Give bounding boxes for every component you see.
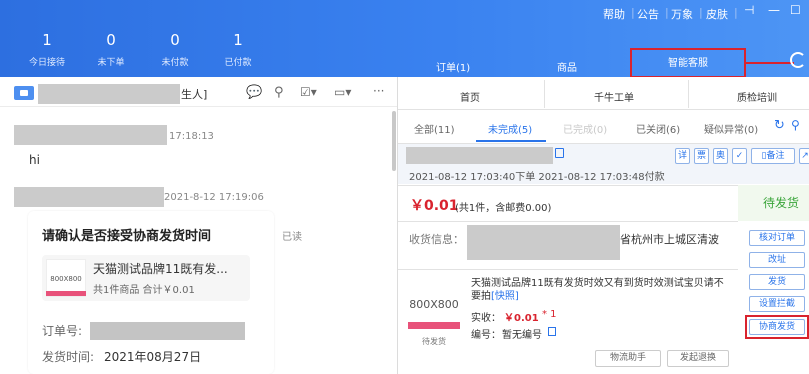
check-order-button[interactable]: 核对订单 <box>749 230 805 246</box>
copy-icon[interactable] <box>548 327 556 336</box>
edit-icon[interactable]: ☑▾ <box>300 85 317 99</box>
sender-name-redacted <box>14 187 164 207</box>
address-partial: 省杭州市上城区清波 <box>620 233 719 246</box>
aux-button[interactable]: 奥 <box>713 148 728 164</box>
paid-value: ￥0.01 <box>504 313 539 324</box>
subtab-abnormal[interactable]: 疑似异常(0) <box>704 121 758 136</box>
divider <box>398 221 738 222</box>
card-product-name: 天猫测试品牌11既有发... <box>93 262 228 276</box>
maximize-icon[interactable]: ☐ <box>790 3 801 17</box>
message-text: hi <box>29 153 40 167</box>
divider <box>544 80 545 108</box>
paid-label: 实收： <box>471 313 501 324</box>
nav-workorder[interactable]: 千牛工单 <box>594 89 634 104</box>
tab-smart-service[interactable]: 智能客服 <box>630 48 746 78</box>
quick-reply-icon[interactable]: 💬 <box>246 85 262 100</box>
stat-today-value[interactable]: 1 <box>22 31 72 49</box>
order-price: ￥0.01 <box>410 198 459 214</box>
subtab-finished[interactable]: 已完成(0) <box>563 121 607 136</box>
order-id-redacted <box>406 147 553 164</box>
ship-time-label: 发货时间: <box>42 350 95 364</box>
customer-name-redacted <box>38 84 180 104</box>
stat-paid-value[interactable]: 1 <box>213 31 263 49</box>
menu-sep: | <box>631 6 635 19</box>
thumbnail-banner <box>408 322 460 329</box>
stat-unpaid-label: 未付款 <box>161 58 189 68</box>
menu-sep: | <box>734 6 738 19</box>
ship-time-value: 2021年08月27日 <box>104 350 202 364</box>
stat-no-order-value[interactable]: 0 <box>86 31 136 49</box>
subtab-all[interactable]: 全部(11) <box>414 121 455 136</box>
order-number-label: 订单号: <box>42 324 83 338</box>
divider <box>398 269 738 270</box>
tab-smart-service-label: 智能客服 <box>668 58 708 69</box>
price-note: (共1件，含邮费0.00) <box>455 203 552 214</box>
expand-icon[interactable]: ↗ <box>799 148 809 164</box>
divider <box>398 109 809 110</box>
refresh-icon[interactable]: ↻ <box>774 118 785 133</box>
minimize-icon[interactable]: — <box>768 3 780 17</box>
avatar <box>14 86 34 100</box>
customer-tag: 生人] <box>181 88 208 101</box>
search-icon[interactable]: ⚲ <box>791 118 800 132</box>
detail-button[interactable]: 详 <box>675 148 690 164</box>
order-number-redacted <box>90 322 245 340</box>
nav-quality[interactable]: 质检培训 <box>737 89 777 104</box>
stat-unpaid-value[interactable]: 0 <box>150 31 200 49</box>
read-status: 已读 <box>282 232 302 243</box>
note-label: 备注 <box>766 151 785 161</box>
video-icon[interactable]: ▭▾ <box>334 85 351 99</box>
subtab-unfinished[interactable]: 未完成(5) <box>488 121 532 136</box>
ship-button[interactable]: 发货 <box>749 274 805 290</box>
return-exchange-button[interactable]: 发起退换 <box>667 350 729 367</box>
tab-products[interactable]: 商品 <box>557 59 577 74</box>
highlight-box <box>745 315 809 339</box>
refresh-icon[interactable] <box>790 52 806 68</box>
menu-notice[interactable]: 公告 <box>637 6 659 22</box>
card-title: 请确认是否接受协商发货时间 <box>42 229 212 244</box>
set-intercept-button[interactable]: 设置拦截 <box>749 296 805 312</box>
stat-no-order-label: 未下单 <box>97 58 125 68</box>
top-bar: 帮助 | 公告 | 万象 | 皮肤 | ⊣ — ☐ 1 今日接待 0 未下单 0… <box>0 0 809 78</box>
stat-today-label: 今日接待 <box>28 58 65 68</box>
stat-paid-label: 已付款 <box>224 58 252 68</box>
menu-help[interactable]: 帮助 <box>603 6 625 22</box>
menu-sep: | <box>699 6 703 19</box>
divider <box>688 80 689 108</box>
note-button[interactable]: ▯备注 <box>751 148 795 164</box>
invoice-button[interactable]: 票 <box>694 148 709 164</box>
nav-home[interactable]: 首页 <box>460 89 480 104</box>
logistics-helper-button[interactable]: 物流助手 <box>595 350 661 367</box>
copy-icon[interactable] <box>555 148 564 158</box>
menu-sep: | <box>665 6 669 19</box>
product-title-block: 天猫测试品牌11既有发货时效又有到货时效测试宝贝请不要拍[快照] <box>471 277 733 303</box>
menu-skin[interactable]: 皮肤 <box>706 6 728 22</box>
pin-icon[interactable]: ⊣ <box>744 3 754 17</box>
message-timestamp: 17:18:13 <box>169 131 214 142</box>
chat-scrollbar[interactable] <box>392 111 396 171</box>
thumbnail-banner <box>46 291 86 296</box>
more-icon[interactable]: ··· <box>373 84 384 98</box>
check-icon[interactable]: ✓ <box>732 148 747 164</box>
quantity: * 1 <box>542 309 557 320</box>
order-times: 2021-08-12 17:03:40下单 2021-08-12 17:03:4… <box>409 172 665 183</box>
menu-wanxiang[interactable]: 万象 <box>671 6 693 22</box>
message-timestamp: 2021-8-12 17:19:06 <box>164 192 264 203</box>
transfer-icon[interactable]: ⚲ <box>274 85 284 100</box>
subtab-closed[interactable]: 已关闭(6) <box>636 121 680 136</box>
subtab-active-indicator <box>476 140 546 142</box>
highlight-connector <box>746 62 794 64</box>
tab-orders[interactable]: 订单(1) <box>436 59 470 74</box>
snapshot-link[interactable]: [快照] <box>491 291 519 302</box>
status-badge: 待发货 <box>763 196 800 210</box>
address-redacted <box>467 225 620 260</box>
address-label: 收货信息： <box>409 233 464 246</box>
code-value: 暂无编号 <box>502 330 542 341</box>
product-status: 待发货 <box>422 337 446 346</box>
sender-name-redacted <box>14 125 167 145</box>
card-summary: 共1件商品 合计￥0.01 <box>93 285 195 296</box>
change-address-button[interactable]: 改址 <box>749 252 805 268</box>
code-label: 编号： <box>471 330 501 341</box>
